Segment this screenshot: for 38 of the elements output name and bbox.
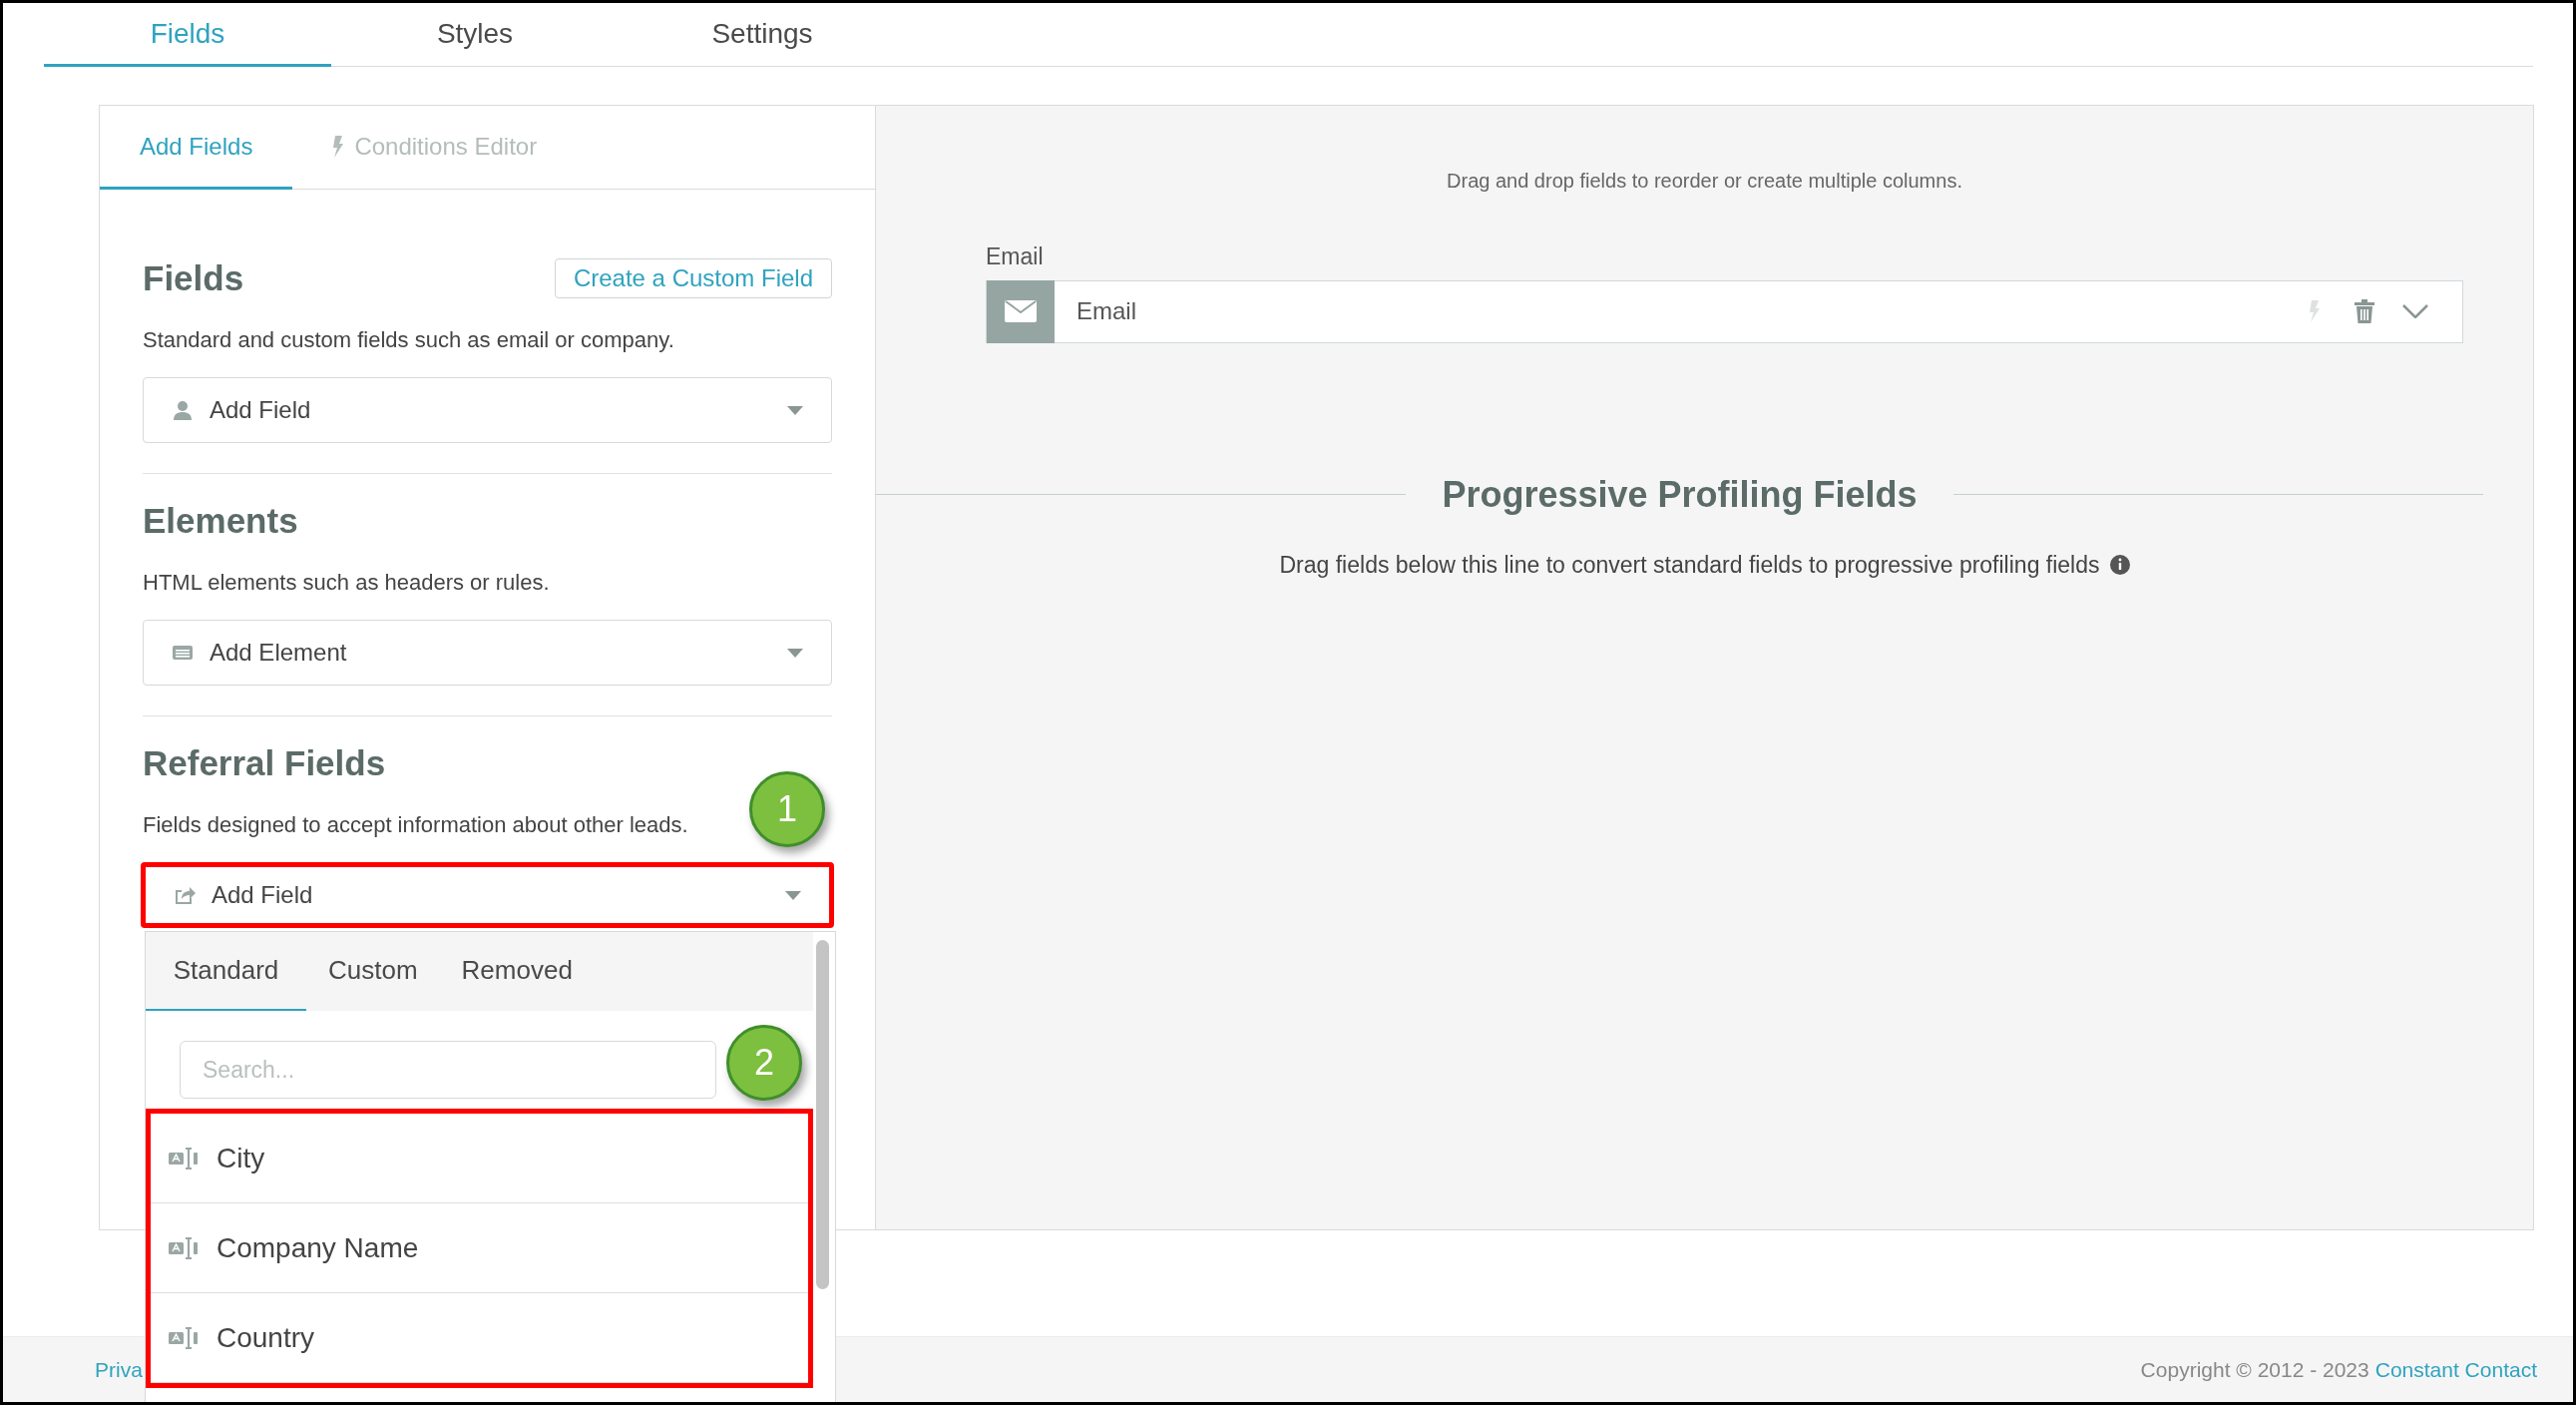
- section-description: HTML elements such as headers or rules.: [143, 569, 551, 597]
- envelope-icon: [987, 279, 1055, 343]
- caret-icon: [787, 648, 803, 658]
- section-heading: Elements: [143, 499, 298, 542]
- add-dropdown[interactable]: Add Field: [143, 377, 832, 443]
- progressive-heading: Progressive Profiling Fields: [1441, 472, 1919, 517]
- menu-tab[interactable]: Standard: [146, 932, 306, 1011]
- info-icon[interactable]: [2109, 554, 2130, 575]
- canvas-hint: Drag and drop fields to reorder or create multiple columns.: [1447, 169, 1962, 194]
- top-tab[interactable]: Settings: [619, 3, 906, 67]
- add-dropdown[interactable]: Add Field: [141, 862, 834, 928]
- section-heading: Referral Fields: [143, 741, 386, 784]
- menu-tab[interactable]: Removed: [439, 932, 595, 1011]
- email-field[interactable]: Email: [986, 279, 2463, 343]
- lightning-icon: [332, 135, 345, 158]
- text-field-icon: [169, 1147, 199, 1170]
- menu-tab[interactable]: Custom: [306, 932, 440, 1011]
- field-option[interactable]: Company Name: [151, 1203, 808, 1293]
- section-heading: Fields: [143, 256, 244, 299]
- search-field[interactable]: Search...: [180, 1041, 716, 1099]
- chevron-down-icon[interactable]: [2402, 304, 2428, 318]
- caret-icon: [785, 890, 801, 900]
- top-tab[interactable]: Styles: [331, 3, 619, 67]
- section-description: Standard and custom fields such as email or company.: [143, 326, 675, 354]
- share-icon: [174, 884, 196, 906]
- list-icon: [172, 644, 194, 662]
- field-label: Email: [986, 242, 1045, 271]
- text-field-icon: [169, 1326, 199, 1349]
- caret-icon: [787, 405, 803, 415]
- text-field-icon: [169, 1236, 199, 1259]
- section-description: Fields designed to accept information about other leads.: [143, 811, 689, 839]
- field-option[interactable]: City: [151, 1114, 808, 1203]
- trash-icon[interactable]: [2355, 299, 2374, 323]
- add-dropdown[interactable]: Add Element: [143, 620, 832, 686]
- progressive-description: Drag fields below this line to convert standard fields to progressive profiling fields: [1279, 550, 2100, 580]
- copyright-text: Copyright © 2012 - 2023: [2140, 1356, 2369, 1383]
- field-option[interactable]: Country: [151, 1293, 808, 1383]
- person-icon: [172, 399, 194, 421]
